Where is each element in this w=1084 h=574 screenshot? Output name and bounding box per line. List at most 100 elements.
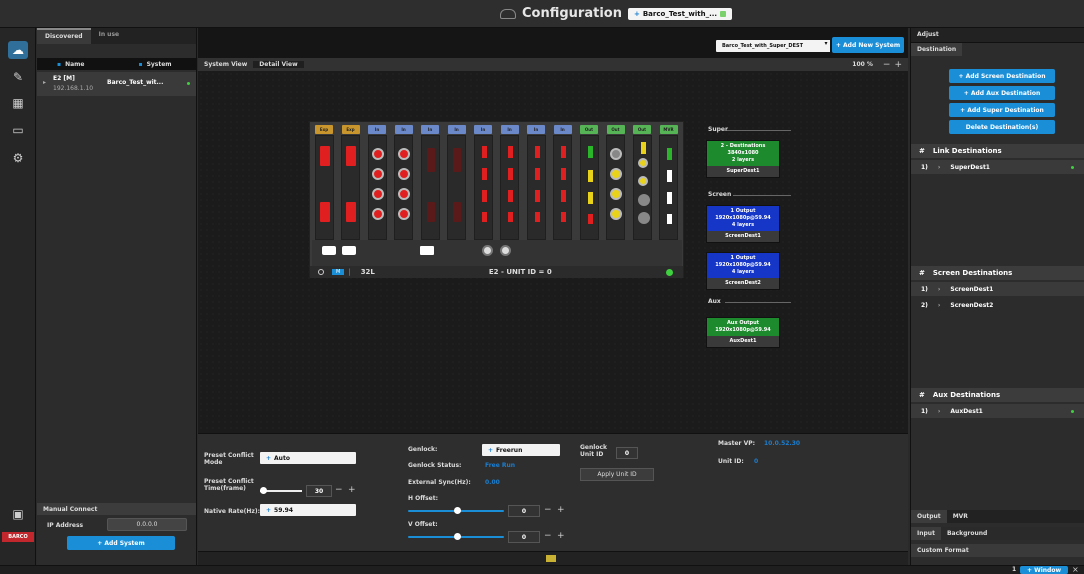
port-icon[interactable]	[371, 148, 384, 160]
destination-card[interactable]: Aux Output 1920x1080p@59.94 AuxDest1	[706, 317, 780, 348]
edit-nav-icon[interactable]: ✎	[8, 68, 28, 86]
decrement-button[interactable]: −	[544, 531, 552, 541]
card-slot[interactable]	[473, 135, 493, 240]
expand-arrow-icon[interactable]: ›	[938, 302, 940, 309]
v-offset-value[interactable]: 0	[508, 531, 540, 543]
port-icon[interactable]	[534, 212, 540, 222]
system-chip[interactable]: + Barco_Test_with_...	[627, 7, 733, 20]
decrement-button[interactable]: −	[335, 485, 343, 495]
destination-card[interactable]: 1 Output 1920x1080p@59.94 4 layers ScreenDe…	[706, 252, 780, 290]
scroll-handle[interactable]	[546, 555, 556, 562]
tab-system-view[interactable]: System View	[198, 61, 253, 68]
port-icon[interactable]	[508, 146, 513, 158]
port-icon[interactable]	[371, 168, 384, 180]
column-system[interactable]: System	[147, 61, 172, 68]
destination-card[interactable]: 2 - Destinations 3840x1080 2 layers SuperDe…	[706, 140, 780, 178]
genlock-unit-id-input[interactable]: 0	[616, 447, 638, 459]
decrement-button[interactable]: −	[544, 505, 552, 515]
slider-knob[interactable]	[260, 487, 267, 494]
port-icon[interactable]	[561, 146, 566, 158]
list-item[interactable]: 2) › ScreenDest2	[911, 298, 1084, 312]
slider-knob[interactable]	[454, 533, 461, 540]
card-slot[interactable]	[447, 135, 466, 240]
port-icon[interactable]	[481, 146, 487, 158]
port-icon[interactable]	[610, 208, 622, 220]
tab-mvr[interactable]: MVR	[947, 510, 974, 523]
increment-button[interactable]: +	[557, 531, 565, 541]
configuration-nav-icon[interactable]: ☁	[8, 41, 28, 59]
tab-custom-format[interactable]: Custom Format	[911, 544, 1084, 557]
increment-button[interactable]: +	[348, 485, 356, 495]
port-icon[interactable]	[453, 148, 461, 172]
expand-arrow-icon[interactable]: ›	[938, 164, 940, 171]
preset-conflict-time-value[interactable]: 30	[306, 485, 332, 497]
port-icon[interactable]	[508, 212, 513, 222]
increment-button[interactable]: +	[557, 505, 565, 515]
h-offset-value[interactable]: 0	[508, 505, 540, 517]
list-item[interactable]: 1) › SuperDest1	[911, 160, 1084, 174]
add-system-button[interactable]: + Add System	[67, 536, 175, 550]
port-icon[interactable]	[534, 190, 540, 202]
list-item[interactable]: 1) › AuxDest1	[911, 404, 1084, 418]
port-icon[interactable]	[453, 202, 461, 222]
port-icon[interactable]	[481, 212, 487, 222]
port-icon[interactable]	[346, 146, 356, 166]
port-icon[interactable]	[398, 208, 410, 220]
port-icon[interactable]	[610, 188, 622, 200]
port-icon[interactable]	[587, 170, 593, 182]
monitor-nav-icon[interactable]: ▭	[8, 121, 28, 139]
window-button[interactable]: + Window	[1020, 566, 1068, 574]
expand-arrow-icon[interactable]: ▸	[43, 79, 46, 86]
tab-in-use[interactable]: In use	[91, 28, 128, 44]
card-slot[interactable]	[632, 135, 652, 240]
genlock-select[interactable]: + Freerun	[482, 444, 560, 456]
settings-gear-icon[interactable]: ⚙	[8, 149, 28, 167]
port-icon[interactable]	[561, 190, 566, 202]
e2-device-chassis[interactable]: Exp Exp In In In In In In In In Out Out Out MVR M | 3…	[309, 121, 684, 278]
tab-detail-view[interactable]: Detail View	[253, 61, 304, 68]
port-icon[interactable]	[667, 214, 672, 224]
card-slot[interactable]	[500, 135, 519, 240]
port-icon[interactable]	[398, 188, 410, 200]
delete-destinations-button[interactable]: Delete Destination(s)	[949, 120, 1055, 134]
system-select[interactable]: Barco_Test_with_Super_DEST	[716, 40, 824, 52]
port-icon[interactable]	[561, 212, 566, 222]
port-icon[interactable]	[667, 170, 672, 182]
preset-conflict-mode-select[interactable]: + Auto	[260, 452, 356, 464]
apply-unit-id-button[interactable]: Apply Unit ID	[580, 468, 654, 481]
port-icon[interactable]	[398, 148, 410, 160]
card-slot[interactable]	[526, 135, 546, 240]
port-icon[interactable]	[610, 168, 622, 180]
port-icon[interactable]	[346, 202, 356, 222]
port-icon[interactable]	[398, 168, 410, 180]
card-slot[interactable]	[420, 135, 440, 240]
port-icon[interactable]	[371, 208, 384, 220]
port-icon[interactable]	[481, 190, 487, 202]
port-icon[interactable]	[534, 146, 540, 158]
card-slot[interactable]	[367, 135, 387, 240]
slider-knob[interactable]	[454, 507, 461, 514]
column-name[interactable]: Name	[65, 61, 84, 68]
grid-nav-icon[interactable]: ▦	[8, 94, 28, 112]
card-slot[interactable]	[659, 135, 678, 240]
card-slot[interactable]	[553, 135, 572, 240]
close-icon[interactable]: ×	[1072, 565, 1079, 574]
port-icon[interactable]	[426, 148, 435, 172]
tab-discovered[interactable]: Discovered	[37, 28, 91, 44]
card-slot[interactable]	[314, 135, 334, 240]
zoom-out-button[interactable]: −	[883, 60, 891, 70]
ip-address-input[interactable]: 0.0.0.0	[107, 518, 187, 531]
port-icon[interactable]	[610, 148, 622, 160]
card-slot[interactable]	[606, 135, 625, 240]
port-icon[interactable]	[481, 168, 487, 180]
card-slot[interactable]	[341, 135, 360, 240]
tab-input[interactable]: Input	[911, 527, 941, 540]
port-icon[interactable]	[667, 192, 672, 204]
save-icon[interactable]: ▣	[8, 505, 28, 523]
port-icon[interactable]	[534, 168, 540, 180]
port-icon[interactable]	[508, 168, 513, 180]
port-icon[interactable]	[319, 202, 330, 222]
system-row[interactable]: ▸ E2 [M] 192.168.1.10 Barco_Test_wit...	[37, 72, 196, 96]
sort-icon[interactable]: ▪	[138, 61, 142, 68]
port-icon[interactable]	[508, 190, 513, 202]
